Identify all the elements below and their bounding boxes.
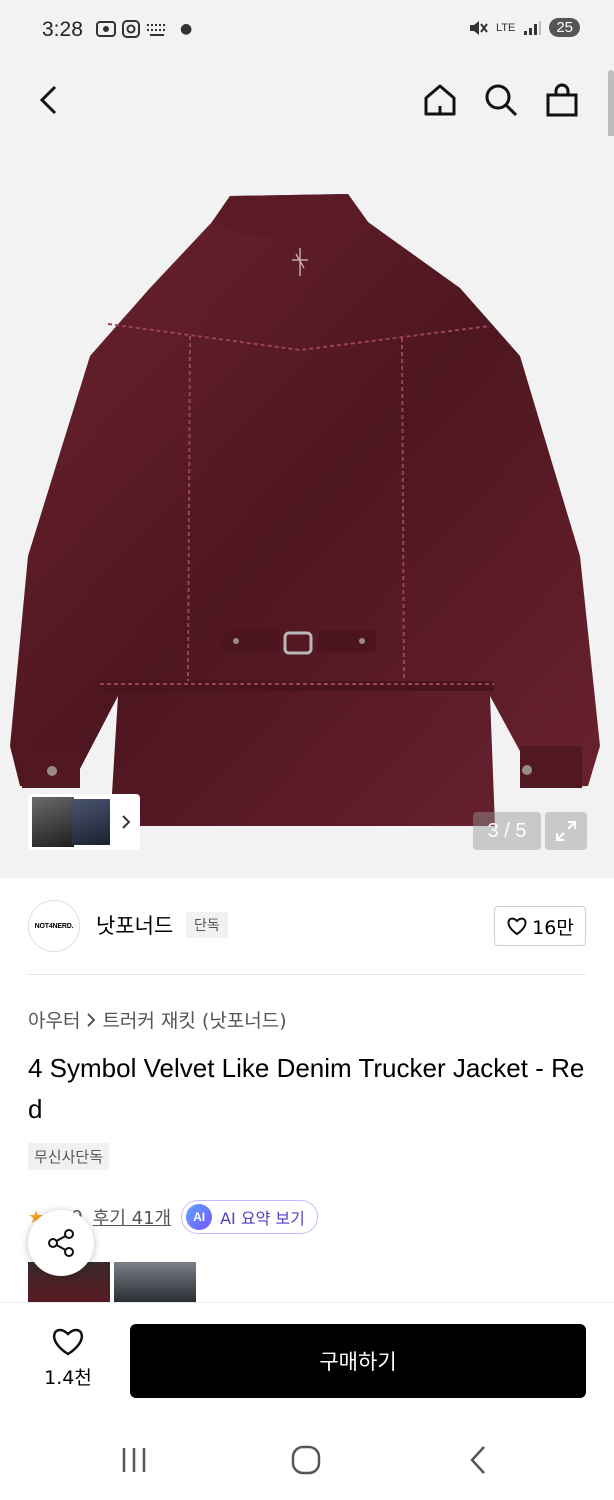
wishlist-button[interactable]: 1.4천: [30, 1325, 106, 1390]
home-circle-icon: [291, 1445, 321, 1475]
product-title: 4 Symbol Velvet Like Denim Trucker Jacke…: [28, 1053, 585, 1124]
brand-like-button[interactable]: 16만: [494, 906, 586, 946]
brand-row: NOT4NERD. 낫포너드 단독 16만: [28, 898, 586, 954]
scrollbar[interactable]: [608, 70, 614, 140]
keyboard-icon: [147, 24, 167, 36]
back-button[interactable]: [26, 78, 70, 122]
chevron-right-icon: [87, 1012, 96, 1027]
search-icon: [485, 84, 518, 117]
variant-thumb-2: [72, 799, 110, 845]
system-icons: LTE 25: [468, 18, 580, 37]
review-photo-2[interactable]: [114, 1262, 196, 1302]
image-counter: 3 / 5: [473, 812, 541, 850]
signal-icon: [524, 20, 542, 35]
home-nav-button[interactable]: [286, 1442, 326, 1478]
purchase-bar: 1.4천 구매하기: [0, 1302, 614, 1420]
recent-apps-button[interactable]: [114, 1442, 154, 1478]
cart-button[interactable]: [540, 78, 584, 122]
breadcrumb-category[interactable]: 아우터: [28, 1006, 80, 1033]
variant-thumb-1: [32, 797, 74, 847]
status-time: 3:28: [42, 18, 83, 41]
shopping-bag-icon: [546, 83, 578, 117]
brand-logo[interactable]: NOT4NERD.: [28, 900, 80, 952]
search-button[interactable]: [479, 78, 523, 122]
more-dot-icon: ●: [180, 21, 193, 37]
variant-thumbnail[interactable]: [28, 794, 140, 850]
expand-icon: [556, 821, 576, 841]
ai-summary-button[interactable]: AI AI 요약 보기: [181, 1200, 318, 1234]
back-nav-button[interactable]: [458, 1442, 498, 1478]
heart-icon: [507, 917, 527, 936]
breadcrumb: 아우터 트러커 재킷 (낫포너드): [28, 1006, 287, 1033]
review-count-link[interactable]: 후기 41개: [93, 1204, 171, 1230]
instagram-icon: [122, 20, 140, 38]
home-button[interactable]: [418, 78, 462, 122]
network-label: LTE: [495, 21, 516, 34]
chevron-right-icon: [122, 815, 131, 829]
back-nav-icon: [470, 1446, 485, 1474]
battery-icon: 25: [549, 18, 580, 37]
divider: [28, 974, 586, 975]
fullscreen-button[interactable]: [545, 812, 587, 850]
system-nav-bar: [0, 1420, 614, 1500]
brand-like-count: 16만: [532, 916, 574, 939]
home-icon: [424, 84, 456, 116]
chevron-left-icon: [39, 85, 57, 115]
recent-apps-icon: [122, 1448, 146, 1472]
wishlist-count: 1.4천: [44, 1367, 92, 1389]
status-bar: 3:28 ● LTE 25: [0, 0, 614, 64]
product-image-carousel[interactable]: 3 / 5: [0, 136, 614, 878]
mute-icon: [469, 20, 488, 35]
exclusive-badge: 단독: [186, 912, 228, 938]
app-bar: [0, 64, 614, 136]
ai-summary-label: AI 요약 보기: [220, 1209, 305, 1228]
ai-icon: AI: [186, 1204, 213, 1230]
heart-icon: [52, 1328, 84, 1356]
share-button[interactable]: [28, 1210, 94, 1276]
notification-icons: ●: [96, 20, 192, 38]
breadcrumb-subcategory[interactable]: 트러커 재킷 (낫포너드): [102, 1006, 286, 1033]
brand-name[interactable]: 낫포너드: [96, 910, 173, 940]
buy-button[interactable]: 구매하기: [130, 1324, 586, 1398]
product-jacket-image: [10, 194, 600, 826]
screenshot-icon: [96, 21, 116, 37]
musinsa-exclusive-tag: 무신사단독: [28, 1143, 110, 1170]
share-icon: [48, 1229, 74, 1257]
